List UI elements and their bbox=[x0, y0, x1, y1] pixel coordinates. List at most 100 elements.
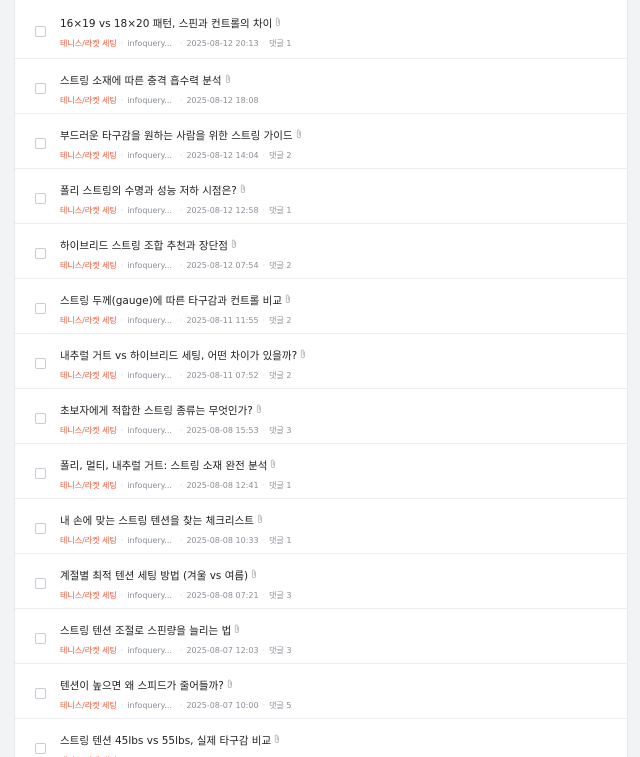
post-category[interactable]: 테니스/라켓 세팅 bbox=[60, 261, 117, 270]
post-comment-count[interactable]: 댓글 3 bbox=[269, 426, 291, 435]
post-category[interactable]: 테니스/라켓 세팅 bbox=[60, 206, 117, 215]
post-title-link[interactable]: 폴리 스트링의 수명과 성능 저하 시점은? bbox=[60, 185, 237, 197]
post-title-link[interactable]: 16×19 vs 18×20 패턴, 스핀과 컨트롤의 차이 bbox=[60, 18, 272, 30]
post-date: 2025-08-08 15:53 bbox=[186, 426, 259, 435]
post-category[interactable]: 테니스/라켓 세팅 bbox=[60, 646, 117, 655]
post-author[interactable]: infoquery... bbox=[127, 481, 172, 490]
post-author[interactable]: infoquery... bbox=[127, 371, 172, 380]
post-category[interactable]: 테니스/라켓 세팅 bbox=[60, 39, 117, 48]
post-title-link[interactable]: 텐션이 높으면 왜 스피드가 줄어들까? bbox=[60, 680, 224, 692]
post-select-checkbox[interactable] bbox=[35, 193, 46, 204]
post-comment-count[interactable]: 댓글 3 bbox=[269, 646, 291, 655]
post-comment-count[interactable]: 댓글 1 bbox=[269, 206, 291, 215]
post-author[interactable]: infoquery... bbox=[127, 261, 172, 270]
post-comment-count[interactable]: 댓글 1 bbox=[269, 39, 291, 48]
post-row[interactable]: 폴리, 멀티, 내추럴 거트: 스트링 소재 완전 분석 테니스/라켓 세팅 · in… bbox=[15, 444, 627, 499]
post-select-checkbox[interactable] bbox=[35, 743, 46, 754]
post-title-link[interactable]: 스트링 소재에 따른 충격 흡수력 분석 bbox=[60, 75, 222, 87]
post-category[interactable]: 테니스/라켓 세팅 bbox=[60, 426, 117, 435]
post-comment-count[interactable]: 댓글 3 bbox=[269, 591, 291, 600]
post-author[interactable]: infoquery... bbox=[127, 39, 172, 48]
post-author[interactable]: infoquery... bbox=[127, 536, 172, 545]
post-category[interactable]: 테니스/라켓 세팅 bbox=[60, 536, 117, 545]
post-select-checkbox[interactable] bbox=[35, 26, 46, 37]
post-date: 2025-08-07 12:03 bbox=[186, 646, 259, 655]
post-row[interactable]: 내추럴 거트 vs 하이브리드 세팅, 어떤 차이가 있을까? 테니스/라켓 세팅… bbox=[15, 334, 627, 389]
post-comment-count[interactable]: 댓글 2 bbox=[269, 316, 291, 325]
post-comment-count[interactable]: 댓글 5 bbox=[269, 701, 291, 710]
attachment-icon bbox=[296, 129, 302, 146]
post-date: 2025-08-08 10:33 bbox=[186, 536, 259, 545]
post-title-link[interactable]: 하이브리드 스트링 조합 추천과 장단점 bbox=[60, 240, 228, 252]
attachment-icon bbox=[227, 679, 233, 696]
meta-separator: · bbox=[120, 426, 124, 435]
post-select-checkbox[interactable] bbox=[35, 83, 46, 94]
post-select-checkbox[interactable] bbox=[35, 413, 46, 424]
attachment-icon bbox=[257, 514, 263, 531]
post-comment-count[interactable]: 댓글 1 bbox=[269, 536, 291, 545]
meta-separator: · bbox=[179, 206, 183, 215]
post-category[interactable]: 테니스/라켓 세팅 bbox=[60, 96, 117, 105]
post-author[interactable]: infoquery... bbox=[127, 426, 172, 435]
meta-separator: · bbox=[179, 481, 183, 490]
post-title-line: 내추럴 거트 vs 하이브리드 세팅, 어떤 차이가 있을까? bbox=[60, 349, 617, 366]
meta-separator: · bbox=[120, 96, 124, 105]
post-select-checkbox[interactable] bbox=[35, 688, 46, 699]
post-select-checkbox[interactable] bbox=[35, 138, 46, 149]
post-comment-count[interactable]: 댓글 2 bbox=[269, 151, 291, 160]
post-category[interactable]: 테니스/라켓 세팅 bbox=[60, 591, 117, 600]
post-comment-count[interactable]: 댓글 1 bbox=[269, 481, 291, 490]
post-select-checkbox[interactable] bbox=[35, 468, 46, 479]
post-title-link[interactable]: 내 손에 맞는 스트링 텐션을 찾는 체크리스트 bbox=[60, 515, 254, 527]
post-body: 내 손에 맞는 스트링 텐션을 찾는 체크리스트 테니스/라켓 세팅 · infoqu… bbox=[60, 514, 617, 546]
post-category[interactable]: 테니스/라켓 세팅 bbox=[60, 371, 117, 380]
post-row[interactable]: 스트링 텐션 45lbs vs 55lbs, 실제 타구감 비교테니스/라켓 세… bbox=[15, 719, 627, 757]
meta-separator: · bbox=[179, 261, 183, 270]
post-author[interactable]: infoquery... bbox=[127, 206, 172, 215]
post-author[interactable]: infoquery... bbox=[127, 701, 172, 710]
post-row[interactable]: 스트링 텐션 조절로 스핀량을 늘리는 법 테니스/라켓 세팅 · infoquery… bbox=[15, 609, 627, 664]
meta-separator: · bbox=[120, 481, 124, 490]
post-meta: 테니스/라켓 세팅 · infoquery... · 2025-08-08 07:21 ·… bbox=[60, 590, 617, 601]
post-row[interactable]: 내 손에 맞는 스트링 텐션을 찾는 체크리스트 테니스/라켓 세팅 · infoqu… bbox=[15, 499, 627, 554]
post-title-link[interactable]: 스트링 두께(gauge)에 따른 타구감과 컨트롤 비교 bbox=[60, 295, 282, 307]
post-title-link[interactable]: 부드러운 타구감을 원하는 사람을 위한 스트링 가이드 bbox=[60, 130, 293, 142]
post-author[interactable]: infoquery... bbox=[127, 591, 172, 600]
post-row[interactable]: 폴리 스트링의 수명과 성능 저하 시점은? 테니스/라켓 세팅 · infoquer… bbox=[15, 169, 627, 224]
post-row[interactable]: 부드러운 타구감을 원하는 사람을 위한 스트링 가이드테니스/라켓 세팅 · in… bbox=[15, 114, 627, 169]
post-body: 폴리, 멀티, 내추럴 거트: 스트링 소재 완전 분석 테니스/라켓 세팅 · in… bbox=[60, 459, 617, 491]
post-row[interactable]: 텐션이 높으면 왜 스피드가 줄어들까? 테니스/라켓 세팅 · infoquery.… bbox=[15, 664, 627, 719]
post-title-link[interactable]: 계절별 최적 텐션 세팅 방법 (겨울 vs 여름) bbox=[60, 570, 248, 582]
post-author[interactable]: infoquery... bbox=[127, 151, 172, 160]
post-row[interactable]: 초보자에게 적합한 스트링 종류는 무엇인가? 테니스/라켓 세팅 · infoque… bbox=[15, 389, 627, 444]
post-title-link[interactable]: 스트링 텐션 조절로 스핀량을 늘리는 법 bbox=[60, 625, 231, 637]
post-title-link[interactable]: 초보자에게 적합한 스트링 종류는 무엇인가? bbox=[60, 405, 253, 417]
post-date: 2025-08-11 07:52 bbox=[186, 371, 259, 380]
post-select-checkbox[interactable] bbox=[35, 578, 46, 589]
post-title-link[interactable]: 스트링 텐션 45lbs vs 55lbs, 실제 타구감 비교 bbox=[60, 735, 271, 747]
post-author[interactable]: infoquery... bbox=[127, 316, 172, 325]
post-category[interactable]: 테니스/라켓 세팅 bbox=[60, 701, 117, 710]
post-category[interactable]: 테니스/라켓 세팅 bbox=[60, 481, 117, 490]
post-title-link[interactable]: 내추럴 거트 vs 하이브리드 세팅, 어떤 차이가 있을까? bbox=[60, 350, 297, 362]
post-row[interactable]: 계절별 최적 텐션 세팅 방법 (겨울 vs 여름) 테니스/라켓 세팅 · info… bbox=[15, 554, 627, 609]
post-date: 2025-08-12 18:08 bbox=[186, 96, 259, 105]
post-select-checkbox[interactable] bbox=[35, 523, 46, 534]
post-row[interactable]: 하이브리드 스트링 조합 추천과 장단점테니스/라켓 세팅 · infoquery.… bbox=[15, 224, 627, 279]
post-select-checkbox[interactable] bbox=[35, 248, 46, 259]
post-category[interactable]: 테니스/라켓 세팅 bbox=[60, 316, 117, 325]
post-author[interactable]: infoquery... bbox=[127, 96, 172, 105]
post-select-checkbox[interactable] bbox=[35, 633, 46, 644]
post-comment-count[interactable]: 댓글 2 bbox=[269, 371, 291, 380]
post-row[interactable]: 스트링 두께(gauge)에 따른 타구감과 컨트롤 비교 테니스/라켓 세팅 · i… bbox=[15, 279, 627, 334]
post-comment-count[interactable]: 댓글 2 bbox=[269, 261, 291, 270]
meta-separator: · bbox=[179, 151, 183, 160]
post-row[interactable]: 16×19 vs 18×20 패턴, 스핀과 컨트롤의 차이 테니스/라켓 세팅 ·… bbox=[15, 0, 627, 59]
post-select-checkbox[interactable] bbox=[35, 358, 46, 369]
post-select-checkbox[interactable] bbox=[35, 303, 46, 314]
post-category[interactable]: 테니스/라켓 세팅 bbox=[60, 151, 117, 160]
post-meta: 테니스/라켓 세팅 · infoquery... · 2025-08-12 18:08 bbox=[60, 95, 617, 106]
post-author[interactable]: infoquery... bbox=[127, 646, 172, 655]
post-row[interactable]: 스트링 소재에 따른 충격 흡수력 분석테니스/라켓 세팅 · infoquery.… bbox=[15, 59, 627, 114]
post-title-link[interactable]: 폴리, 멀티, 내추럴 거트: 스트링 소재 완전 분석 bbox=[60, 460, 267, 472]
